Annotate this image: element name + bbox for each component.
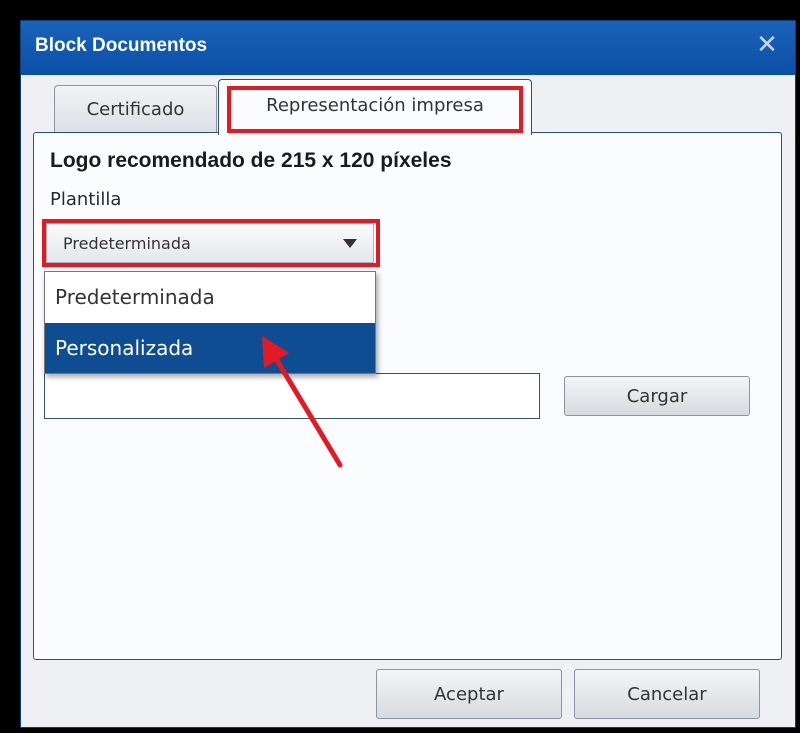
option-personalizada[interactable]: Personalizada [45,323,375,373]
window-title: Block Documentos [35,35,208,56]
cargar-button[interactable]: Cargar [564,376,750,416]
plantilla-dropdown-list: Predeterminada Personalizada [44,271,376,374]
tab-certificado-label: Certificado [86,99,185,120]
tab-panel: Logo recomendado de 215 x 120 píxeles Pl… [33,132,782,660]
logo-size-heading: Logo recomendado de 215 x 120 píxeles [50,149,452,172]
select-value: Predeterminada [63,234,191,253]
dialog-window: Block Documentos ✕ Certificado Represent… [20,20,796,728]
plantilla-select[interactable]: Predeterminada [46,223,374,263]
option-predeterminada[interactable]: Predeterminada [45,272,375,322]
title-bar: Block Documentos ✕ [21,21,795,75]
plantilla-label: Plantilla [50,189,122,210]
chevron-down-icon[interactable] [343,239,357,248]
aceptar-button[interactable]: Aceptar [376,669,562,719]
tab-certificado[interactable]: Certificado [54,85,217,133]
close-icon[interactable]: ✕ [753,31,781,59]
tab-representacion-label: Representación impresa [266,95,484,116]
logo-file-field[interactable] [44,373,540,419]
tab-representacion-impresa[interactable]: Representación impresa [218,79,532,135]
cancelar-button[interactable]: Cancelar [574,669,760,719]
